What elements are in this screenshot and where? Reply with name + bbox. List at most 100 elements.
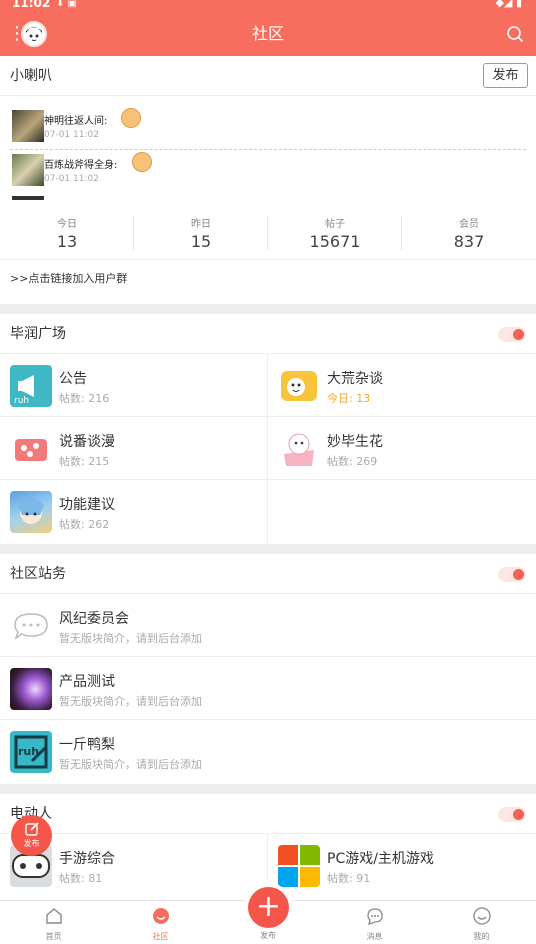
emoji-icon [132,152,152,172]
announce-title: 小喇叭 [10,68,52,84]
stat-posts: 帖子 15671 [268,200,402,260]
feed-time: 07-01 11:02 [44,130,99,140]
section-panel: 社区站务 风纪委员会 暂无版块简介，请到后台添加 产品测试 暂无版块简介，请到后… [0,554,536,784]
board-test-icon [10,668,52,710]
signal-battery-icon: ◆◢ ▮ [495,0,522,9]
board-cell[interactable]: ruh 公告 帖数: 216 [0,354,267,417]
announce-panel: 小喇叭 发布 神明往返人间: 07-01 11:02 百炼战斧得全身: 07-0… [0,56,536,304]
stat-value: 837 [453,232,485,251]
edit-icon [25,822,39,836]
board-name: 功能建议 [59,497,115,513]
stat-label: 会员 [459,219,479,230]
tab-messages[interactable]: 消息 [321,901,428,944]
board-stat: 暂无版块简介，请到后台添加 [59,758,202,771]
section-header: 电动人 [0,794,536,834]
stat-value: 15 [190,232,212,251]
chat-bubble-icon [10,605,52,647]
board-stat: 帖数: 269 [327,455,378,468]
collapse-toggle[interactable] [498,567,526,582]
board-cell[interactable]: ruh 一斤鸭梨 暂无版块简介，请到后台添加 [0,720,536,783]
board-stat: 暂无版块简介，请到后台添加 [59,695,202,708]
announce-feed: 神明往返人间: 07-01 11:02 百炼战斧得全身: 07-01 11:02 [0,96,536,200]
section-title: 社区站务 [10,566,66,582]
board-cell[interactable]: 妙毕生花 帖数: 269 [268,417,536,480]
tab-label: 消息 [366,932,383,941]
board-stat: 帖数: 216 [59,392,110,405]
feed-item[interactable]: 百炼战斧得全身: 07-01 11:02 [10,146,526,194]
stat-label: 昨日 [191,219,211,230]
board-pc-games-icon [278,845,320,887]
tab-home[interactable]: 首页 [0,901,107,944]
plus-icon: + [255,889,282,924]
message-icon [367,908,383,925]
stats-row: 今日 13 昨日 15 帖子 15671 会员 837 [0,200,536,260]
feed-avatar [12,154,44,186]
section-title: 毕润广场 [10,326,66,342]
join-group-link[interactable]: >>点击链接加入用户群 [0,260,536,298]
top-bar: ⋮ 社区 [0,12,536,56]
board-stat: 帖数: 262 [59,518,110,531]
svg-text:ruh: ruh [14,396,29,406]
board-pear-icon: ruh [10,731,52,773]
page-title: 社区 [251,24,284,43]
board-cell[interactable]: 风纪委员会 暂无版块简介，请到后台添加 [0,594,536,657]
tab-label: 社区 [152,932,169,941]
board-name: 说番谈漫 [59,434,115,450]
board-chat-icon [278,365,320,407]
section-header: 毕润广场 [0,314,536,354]
tab-community[interactable]: 社区 [107,901,214,944]
tab-profile[interactable]: 我的 [428,901,535,944]
section-header: 社区站务 [0,554,536,594]
collapse-toggle[interactable] [498,807,526,822]
board-announcement-icon: ruh [10,365,52,407]
feed-item[interactable]: 神明往返人间: 07-01 11:02 [10,102,526,150]
board-cell[interactable]: 功能建议 帖数: 262 [0,480,267,543]
board-stat: 帖数: 81 [59,872,103,885]
board-suggestion-icon [10,491,52,533]
stat-members: 会员 837 [402,200,536,260]
board-creative-icon [278,428,320,470]
home-icon [46,908,62,924]
tab-label: 我的 [473,932,490,941]
feed-time: 07-01 11:02 [44,174,99,184]
board-cell[interactable]: PC游戏/主机游戏 帖数: 91 [268,834,536,897]
board-name: 一斤鸭梨 [59,737,115,753]
stat-today: 今日 13 [0,200,134,260]
feed-user: 百炼战斧得全身: [44,160,118,171]
stat-label: 今日 [57,219,77,230]
board-cell[interactable]: 产品测试 暂无版块简介，请到后台添加 [0,657,536,720]
stat-label: 帖子 [325,219,345,230]
board-stat: 暂无版块简介，请到后台添加 [59,632,202,645]
center-publish-label: 发布 [260,931,276,940]
search-icon[interactable] [506,25,524,43]
stat-value: 13 [56,232,78,251]
board-stat: 帖数: 215 [59,455,110,468]
profile-icon [473,907,491,925]
board-stat: 帖数: 91 [327,872,371,885]
center-publish-button[interactable]: + [248,887,289,928]
section-panel: 毕润广场 ruh 公告 帖数: 216 大荒杂谈 今日: 13 说番谈漫 帖数:… [0,314,536,544]
board-name: PC游戏/主机游戏 [327,851,434,867]
community-icon [153,908,169,924]
board-name: 妙毕生花 [327,434,383,450]
stat-yesterday: 昨日 15 [134,200,268,260]
board-name: 大荒杂谈 [327,371,383,387]
board-name: 风纪委员会 [59,611,129,627]
status-time: 11:02 [12,0,51,10]
collapse-toggle[interactable] [498,327,526,342]
board-name: 产品测试 [59,674,115,690]
stat-value: 15671 [309,232,361,251]
floating-publish-label: 发布 [23,839,40,848]
board-cell[interactable]: 大荒杂谈 今日: 13 [268,354,536,417]
floating-publish-button[interactable]: 发布 [11,815,52,856]
board-anime-icon [10,428,52,470]
section-panel: 电动人 手游综合 帖数: 81 PC游戏/主机游戏 帖数: 91 [0,794,536,900]
publish-button[interactable]: 发布 [483,63,528,88]
board-stat: 今日: 13 [327,392,371,405]
board-cell[interactable]: 说番谈漫 帖数: 215 [0,417,267,480]
board-name: 公告 [59,371,87,387]
status-bar: 11:02 ⬇ ▣ ◆◢ ▮ [0,0,536,12]
feed-avatar [12,110,44,142]
feed-user: 神明往返人间: [44,116,108,127]
download-icon: ⬇ ▣ [56,0,78,9]
